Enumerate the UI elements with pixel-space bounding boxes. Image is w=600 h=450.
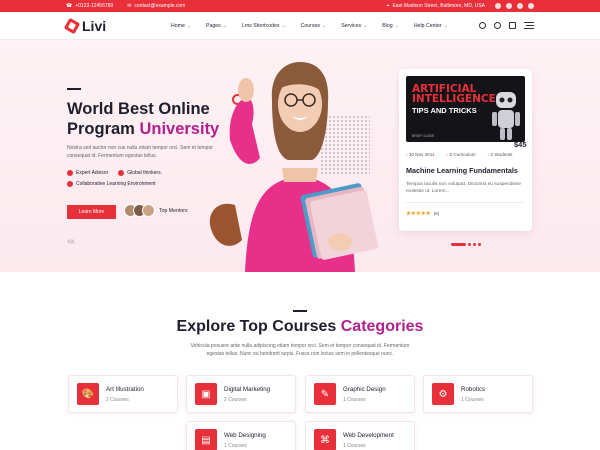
email-contact[interactable]: ✉ contact@example.com — [127, 3, 185, 9]
category-web-designing[interactable]: ▤ Web Designing 1 Courses — [186, 421, 296, 450]
category-graphic-design[interactable]: ✎ Graphic Design 1 Courses — [305, 375, 415, 413]
pagination-dot[interactable] — [468, 243, 471, 246]
feature-item: Global thinkers. — [118, 170, 162, 176]
instagram-icon[interactable] — [517, 3, 523, 9]
search-icon[interactable] — [479, 22, 486, 29]
rating-stars: ★★★★★ (6) — [406, 211, 440, 217]
nav-item-home[interactable]: Home — [171, 23, 191, 29]
main-nav: Livi Home Pages Lms Shortcodes Courses S… — [0, 12, 600, 40]
category-digital-marketing[interactable]: ▣ Digital Marketing 2 Courses — [186, 375, 296, 413]
course-meta: 30 Nov 2011 5 Curriculum 2 Students — [406, 152, 513, 157]
logo[interactable]: Livi — [63, 17, 166, 34]
avatar — [142, 204, 155, 217]
web-design-icon: ▤ — [195, 429, 217, 450]
social-links — [495, 3, 534, 9]
category-web-development[interactable]: ⌘ Web Development 1 Courses — [305, 421, 415, 450]
course-students: 2 Students — [488, 152, 512, 157]
course-title[interactable]: Machine Learning Fundamentals — [406, 166, 518, 175]
feature-item: Expert Advisor — [67, 170, 108, 176]
section-divider — [293, 310, 307, 312]
monitor-icon: ▣ — [195, 383, 217, 405]
code-icon: ⌘ — [314, 429, 336, 450]
mail-icon: ✉ — [127, 3, 132, 9]
category-art-illustration[interactable]: 🎨 Art Illustration 2 Courses — [68, 375, 178, 413]
top-bar: ☎ +0123-12456789 ✉ contact@example.com ⌖ Ea… — [0, 0, 600, 12]
course-date: 30 Nov 2011 — [406, 152, 435, 157]
robot-icon — [492, 92, 520, 140]
nav-item-services[interactable]: Services — [341, 23, 367, 29]
pagination-dot-active[interactable] — [451, 243, 466, 246]
nav-item-blog[interactable]: Blog — [382, 23, 399, 29]
slider-pagination — [451, 243, 481, 246]
nav-item-help-center[interactable]: Help Center — [414, 23, 448, 29]
pen-tool-icon: ✎ — [314, 383, 336, 405]
facebook-icon[interactable] — [495, 3, 501, 9]
check-icon — [118, 170, 125, 176]
course-curriculum: 5 Curriculum — [447, 152, 476, 157]
pagination-dot[interactable] — [478, 243, 481, 246]
top-mentors[interactable]: Top Mentors — [124, 204, 188, 217]
logo-mark-icon — [63, 17, 81, 34]
student-photo — [209, 62, 379, 272]
course-card[interactable]: ARTIFICIAL INTELLIGENCE TIPS AND TRICKS … — [399, 69, 532, 231]
check-icon — [67, 181, 73, 187]
cart-icon[interactable] — [509, 22, 516, 29]
nav-menu: Home Pages Lms Shortcodes Courses Servic… — [171, 23, 448, 29]
divider — [406, 202, 525, 203]
linkedin-icon[interactable] — [528, 3, 534, 9]
nav-item-pages[interactable]: Pages — [206, 23, 227, 29]
categories-title: Explore Top Courses Categories — [176, 318, 424, 335]
pagination-dot[interactable] — [473, 243, 476, 246]
course-thumbnail[interactable]: ARTIFICIAL INTELLIGENCE TIPS AND TRICKS … — [406, 76, 525, 142]
location-icon: ⌖ — [386, 3, 390, 9]
check-icon — [67, 170, 73, 176]
robot-icon: ⚙ — [432, 383, 454, 405]
feature-item: Collaborative Learning Environment — [67, 181, 156, 187]
phone-contact[interactable]: ☎ +0123-12456789 — [66, 3, 113, 9]
twitter-icon[interactable] — [506, 3, 512, 9]
nav-item-lms-shortcodes[interactable]: Lms Shortcodes — [242, 23, 286, 29]
category-robotics[interactable]: ⚙ Robotics 1 Courses — [423, 375, 533, 413]
mentor-avatars — [124, 204, 155, 217]
hero-divider — [67, 88, 81, 90]
address: ⌖ East Madison Street, Baltimore, MD, USA — [386, 3, 485, 9]
hamburger-menu-icon[interactable] — [524, 22, 534, 29]
user-icon[interactable] — [494, 22, 501, 29]
categories-description: Vehicula posuere ante nulla adipiscing e… — [190, 343, 410, 357]
course-price: $45 — [514, 140, 527, 149]
palette-icon: 🎨 — [77, 383, 99, 405]
phone-icon: ☎ — [66, 3, 73, 9]
slider-arrows[interactable]: ‹‹‹ — [67, 236, 75, 247]
nav-item-courses[interactable]: Courses — [301, 23, 327, 29]
course-description: Tempus iaculis non volutpat. Dictumst eu… — [406, 182, 521, 194]
learn-more-button[interactable]: Learn More — [67, 205, 116, 219]
